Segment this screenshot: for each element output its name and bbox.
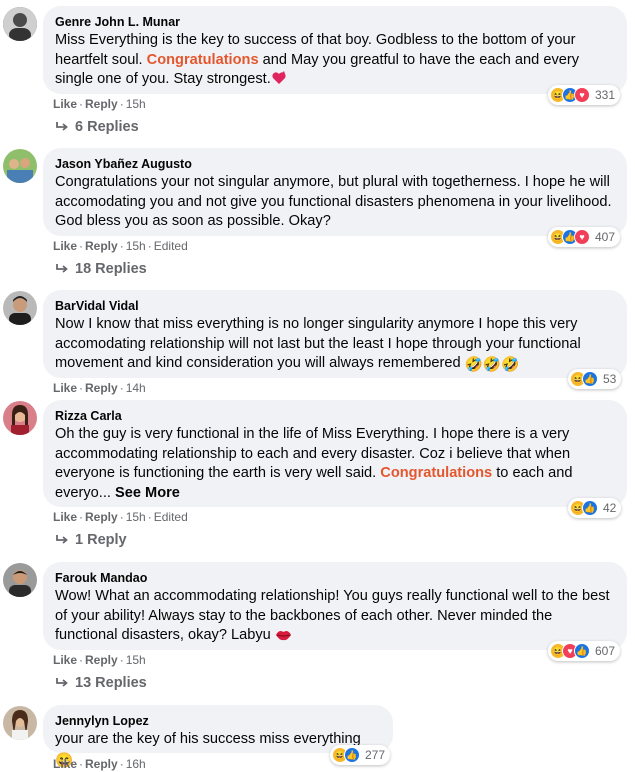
love-reaction-icon: ♥	[574, 229, 590, 245]
comment-bubble: BarVidal Vidal Now I know that miss ever…	[43, 290, 627, 378]
comment-actions: Like · Reply · 14h	[53, 381, 146, 395]
avatar[interactable]	[3, 7, 37, 41]
replies-count: 6 Replies	[75, 119, 139, 135]
reaction-summary[interactable]: 😆 👍 ♥ 407	[548, 227, 621, 247]
comment-actions: Like · Reply · 15h · Edited	[53, 510, 188, 524]
reply-link[interactable]: Reply	[85, 510, 118, 524]
comment-author[interactable]: Genre John L. Munar	[55, 14, 615, 30]
comment-actions: Like · Reply · 16h	[53, 757, 146, 771]
timestamp[interactable]: 15h	[126, 239, 146, 253]
reaction-summary[interactable]: 😆 👍 42	[568, 498, 622, 518]
reply-link[interactable]: Reply	[85, 757, 118, 771]
replies-count: 18 Replies	[75, 261, 147, 277]
like-reaction-icon: 👍	[574, 643, 590, 659]
reaction-count: 42	[603, 501, 617, 515]
reaction-summary[interactable]: 😆 👍 277	[330, 745, 391, 765]
avatar[interactable]	[3, 291, 37, 325]
like-link[interactable]: Like	[53, 381, 77, 395]
tag-congratulations[interactable]: Congratulations	[147, 52, 259, 68]
reaction-summary[interactable]: 😆 👍 53	[568, 369, 622, 389]
love-reaction-icon: ♥	[574, 87, 590, 103]
comment-bubble: Genre John L. Munar Miss Everything is t…	[43, 6, 627, 94]
rofl-emoji-icon: 🤣🤣🤣	[464, 357, 520, 373]
reaction-count: 607	[595, 644, 616, 658]
edited-label: Edited	[153, 239, 188, 253]
comment-bubble: Jason Ybañez Augusto Congratulations you…	[43, 148, 627, 236]
replies-count: 1 Reply	[75, 532, 127, 548]
see-more-link[interactable]: See More	[115, 485, 180, 501]
avatar[interactable]	[3, 563, 37, 597]
reply-arrow-icon	[56, 122, 68, 131]
comment-author[interactable]: Rizza Carla	[55, 408, 615, 424]
timestamp[interactable]: 16h	[126, 757, 146, 771]
comment-text: Now I know that miss everything is no lo…	[55, 315, 615, 376]
reply-arrow-icon	[56, 678, 68, 687]
reaction-count: 277	[365, 748, 386, 762]
like-link[interactable]: Like	[53, 239, 77, 253]
reply-link[interactable]: Reply	[85, 97, 118, 111]
comment-text: Oh the guy is very functional in the lif…	[55, 426, 573, 501]
view-replies-button[interactable]: 6 Replies	[55, 119, 139, 135]
reply-link[interactable]: Reply	[85, 381, 118, 395]
like-link[interactable]: Like	[53, 97, 77, 111]
comment-actions: Like · Reply · 15h · Edited	[53, 239, 188, 253]
like-link[interactable]: Like	[53, 653, 77, 667]
like-reaction-icon: 👍	[582, 500, 598, 516]
reaction-count: 407	[595, 230, 616, 244]
reply-link[interactable]: Reply	[85, 653, 118, 667]
avatar[interactable]	[3, 401, 37, 435]
reply-arrow-icon	[56, 264, 68, 273]
like-link[interactable]: Like	[53, 510, 77, 524]
view-replies-button[interactable]: 1 Reply	[55, 532, 127, 548]
comment-text: Wow! What an accommodating relationship!…	[55, 587, 615, 648]
reply-arrow-icon	[56, 535, 68, 544]
reaction-summary[interactable]: 😆 👍 ♥ 331	[548, 85, 621, 105]
comment-author[interactable]: Farouk Mandao	[55, 570, 615, 586]
comment-author[interactable]: BarVidal Vidal	[55, 298, 615, 314]
view-replies-button[interactable]: 13 Replies	[55, 675, 147, 691]
comment-bubble: Rizza Carla Oh the guy is very functiona…	[43, 400, 627, 507]
comment-author[interactable]: Jennylyn Lopez	[55, 713, 381, 729]
timestamp[interactable]: 15h	[126, 510, 146, 524]
comment-author[interactable]: Jason Ybañez Augusto	[55, 156, 615, 172]
timestamp[interactable]: 14h	[126, 381, 146, 395]
heart-emoji-icon	[271, 71, 287, 92]
replies-count: 13 Replies	[75, 675, 147, 691]
edited-label: Edited	[153, 510, 188, 524]
comment-actions: Like · Reply · 15h	[53, 653, 146, 667]
like-reaction-icon: 👍	[344, 747, 360, 763]
lips-emoji-icon	[275, 628, 292, 648]
comment-text: Miss Everything is the key to success of…	[55, 31, 615, 92]
comment-text: Congratulations your not singular anymor…	[55, 174, 612, 229]
comment-bubble: Farouk Mandao Wow! What an accommodating…	[43, 562, 627, 650]
reaction-count: 331	[595, 88, 616, 102]
avatar[interactable]	[3, 149, 37, 183]
reply-link[interactable]: Reply	[85, 239, 118, 253]
timestamp[interactable]: 15h	[126, 97, 146, 111]
view-replies-button[interactable]: 18 Replies	[55, 261, 147, 277]
like-link[interactable]: Like	[53, 757, 77, 771]
reaction-summary[interactable]: 😆 ♥ 👍 607	[548, 641, 621, 661]
avatar[interactable]	[3, 706, 37, 740]
like-reaction-icon: 👍	[582, 371, 598, 387]
tag-congratulations[interactable]: Congratulations	[380, 465, 492, 481]
comment-actions: Like · Reply · 15h	[53, 97, 146, 111]
reaction-count: 53	[603, 372, 617, 386]
timestamp[interactable]: 15h	[126, 653, 146, 667]
